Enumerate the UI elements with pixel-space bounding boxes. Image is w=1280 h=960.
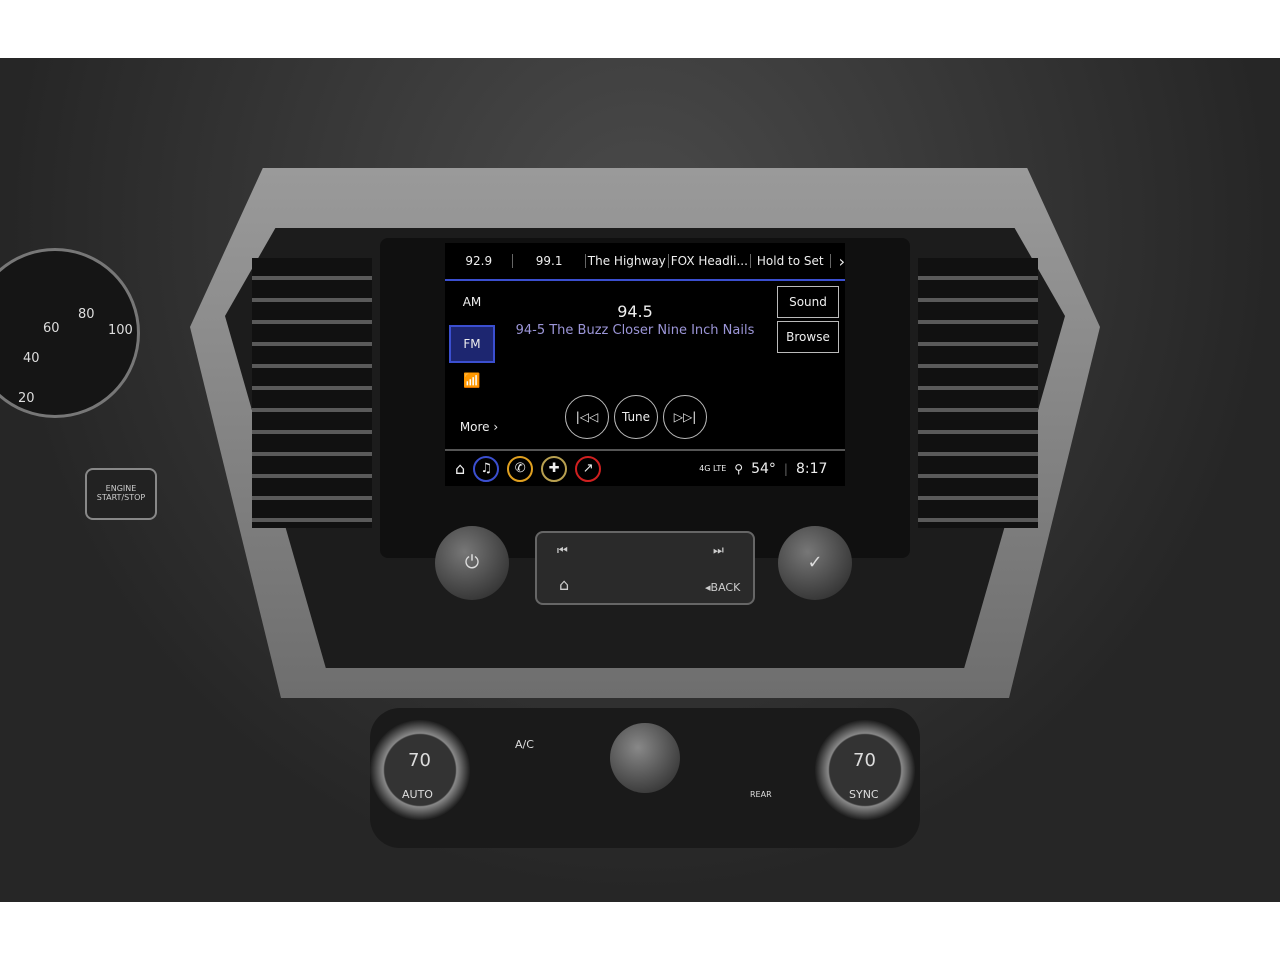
seat-icon[interactable]: ↗ <box>575 455 602 482</box>
left-temp-dial[interactable]: 70 AUTO <box>370 720 470 820</box>
infotainment-screen: 92.9 99.1 The Highway FOX Headli... Hold… <box>445 243 845 486</box>
music-icon[interactable]: ♫ <box>473 455 500 482</box>
preset[interactable]: 92.9 <box>445 254 514 268</box>
phone-icon[interactable]: ✆ <box>507 455 534 482</box>
seek-forward-button[interactable]: ⏭ <box>713 543 724 558</box>
tick: 20 <box>18 391 35 406</box>
select-knob[interactable]: ✓ <box>778 526 852 600</box>
seek-back-button[interactable]: ⏮ <box>557 543 568 558</box>
fm-button[interactable]: FM <box>449 325 495 363</box>
auto-label: AUTO <box>402 788 433 801</box>
left-temp: 70 <box>408 750 431 771</box>
power-knob[interactable]: ⏻ <box>435 526 509 600</box>
sync-label: SYNC <box>849 788 879 801</box>
button-panel: ⏮ ⌂ ⏭ ◂BACK <box>535 531 755 605</box>
preset[interactable]: The Highway <box>586 254 669 268</box>
engine-start-button[interactable]: ENGINE START/STOP <box>85 468 157 520</box>
preset[interactable]: Hold to Set <box>751 254 831 268</box>
back-button[interactable]: ◂BACK <box>705 581 740 594</box>
right-vent <box>918 258 1038 528</box>
browse-button[interactable]: Browse <box>777 321 839 353</box>
home-icon[interactable]: ⌂ <box>455 459 465 478</box>
speedometer: 20 40 60 80 100 <box>0 248 140 418</box>
home-button[interactable]: ⌂ <box>559 575 569 594</box>
fan-knob[interactable] <box>610 723 680 793</box>
rear-defrost-button[interactable]: REAR <box>750 790 772 799</box>
tick: 100 <box>108 323 133 338</box>
more-button[interactable]: More › <box>449 420 509 434</box>
now-playing: 94-5 The Buzz Closer Nine Inch Nails <box>515 323 755 338</box>
sound-button[interactable]: Sound <box>777 286 839 318</box>
apps-icon[interactable]: ✚ <box>541 455 568 482</box>
am-button[interactable]: AM <box>449 295 495 309</box>
siriusxm-icon[interactable]: 📶 <box>449 373 495 389</box>
clock: 8:17 <box>795 460 828 477</box>
seek-back-button[interactable]: |◁◁ <box>565 395 609 439</box>
location-icon: ⚲ <box>734 461 744 476</box>
tick: 60 <box>43 321 60 336</box>
temperature: 54° <box>751 460 776 477</box>
preset-bar: 92.9 99.1 The Highway FOX Headli... Hold… <box>445 243 845 281</box>
frequency: 94.5 <box>617 302 653 321</box>
divider: | <box>783 461 788 476</box>
seek-forward-button[interactable]: ▷▷| <box>663 395 707 439</box>
chevron-right-icon[interactable]: › <box>831 252 845 271</box>
power-icon: ⏻ <box>464 552 480 573</box>
climate-panel: 70 AUTO A/C REAR 70 SYNC <box>370 708 920 848</box>
tick: 80 <box>78 307 95 322</box>
engine-start-label: ENGINE START/STOP <box>96 484 146 502</box>
tune-button[interactable]: Tune <box>614 395 658 439</box>
preset[interactable]: 99.1 <box>513 254 586 268</box>
network-status: 4G LTE <box>699 464 727 473</box>
ac-button[interactable]: A/C <box>515 738 534 751</box>
check-icon: ✓ <box>807 552 823 573</box>
left-vent <box>252 258 372 528</box>
right-temp: 70 <box>853 750 876 771</box>
bottom-bar: ⌂ ♫ ✆ ✚ ↗ 4G LTE ⚲ 54° | 8:17 <box>445 449 845 486</box>
tick: 40 <box>23 351 40 366</box>
right-temp-dial[interactable]: 70 SYNC <box>815 720 915 820</box>
preset[interactable]: FOX Headli... <box>669 254 751 268</box>
